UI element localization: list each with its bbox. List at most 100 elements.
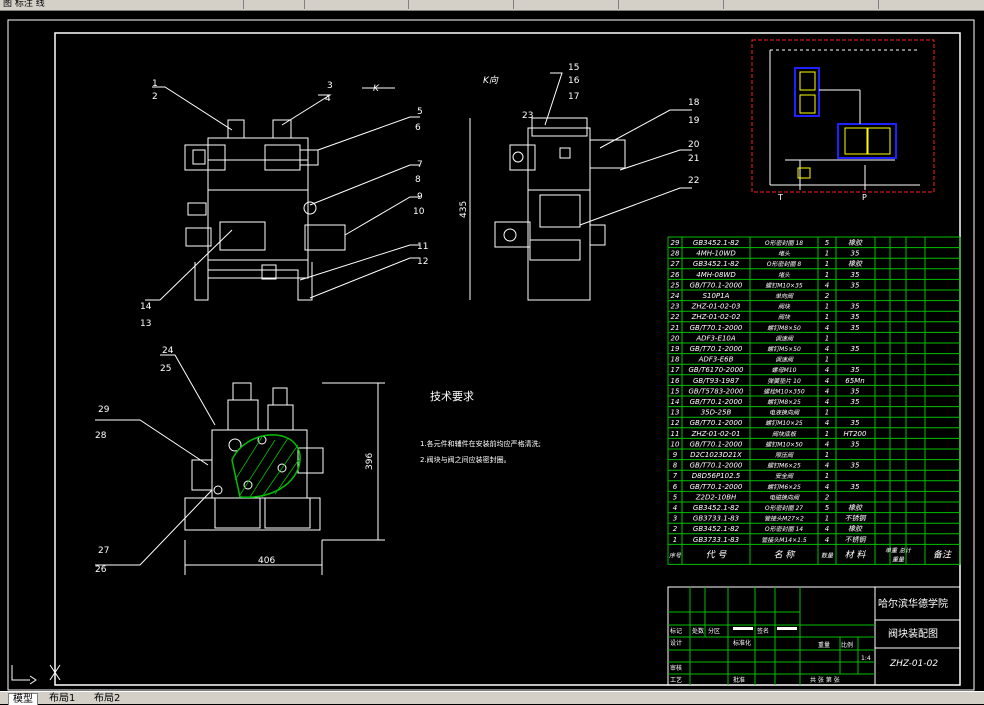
bom-row-no: 9 bbox=[673, 451, 678, 459]
bom-row-code: 35D-25B bbox=[701, 409, 732, 417]
bom-row-code: ADF3-E6B bbox=[698, 356, 734, 364]
bom-row-code: GB3452.1-82 bbox=[693, 239, 740, 247]
bom-row-name: 螺母M10 bbox=[772, 366, 797, 374]
bom-row-code: GB/T70.1-2000 bbox=[690, 440, 743, 448]
bom-row-material: 35 bbox=[851, 271, 860, 279]
bom-row-qty: 1 bbox=[825, 409, 829, 417]
dim-406: 406 bbox=[258, 556, 275, 566]
bom-row-qty: 4 bbox=[825, 387, 829, 395]
balloon-26: 26 bbox=[95, 565, 107, 575]
tab-layout2[interactable]: 布局2 bbox=[90, 693, 124, 704]
tb-weight: 重量 bbox=[818, 641, 830, 649]
bom-row-qty: 4 bbox=[825, 366, 829, 374]
bom-row-code: D2C1023D21X bbox=[690, 451, 742, 459]
bom-row-no: 11 bbox=[671, 430, 680, 438]
balloon-10: 10 bbox=[413, 207, 425, 217]
scale-value: 1:4 bbox=[861, 655, 871, 662]
bom-row-code: D8D56P102.5 bbox=[692, 472, 741, 480]
layer-dropdown[interactable]: 图 标注 线 bbox=[0, 0, 244, 9]
bom-row-code: S10P1A bbox=[703, 292, 730, 300]
tab-model[interactable]: 模型 bbox=[8, 693, 38, 705]
bom-row-name: O形密封圈 27 bbox=[765, 504, 803, 512]
bom-row-code: GB/T70.1-2000 bbox=[690, 345, 743, 353]
bom-row-no: 10 bbox=[671, 440, 680, 448]
bom-row-name: O形密封圈 18 bbox=[765, 239, 803, 247]
bom-row-name: 螺钉M6×25 bbox=[767, 483, 801, 491]
bom-row-qty: 1 bbox=[825, 303, 829, 311]
bom-row-name: 阀块底板 bbox=[772, 430, 797, 438]
drawing-canvas[interactable]: 1 2 3 4 5 6 7 8 9 10 11 12 13 14 K 15 16… bbox=[0, 11, 984, 691]
bom-header-no: 序号 bbox=[669, 551, 682, 559]
bom-row-qty: 1 bbox=[825, 313, 829, 321]
bom-row-no: 24 bbox=[671, 292, 680, 300]
balloon-17: 17 bbox=[568, 92, 579, 102]
bom-row-code: GB/T70.1-2000 bbox=[690, 398, 743, 406]
bom-row-code: GB/T70.1-2000 bbox=[690, 419, 743, 427]
bom-text: 29 GB3452.1-82 O形密封圈 18 5 橡胶28 4MH-10WD 堵头 1 352… bbox=[669, 239, 952, 563]
toolbar-icons[interactable] bbox=[241, 0, 305, 9]
bom-row-qty: 1 bbox=[825, 271, 829, 279]
lineweight-dropdown[interactable] bbox=[515, 0, 619, 9]
bom-row-no: 4 bbox=[673, 504, 677, 512]
bom-row-no: 20 bbox=[671, 334, 680, 342]
bom-row-no: 29 bbox=[671, 239, 680, 247]
view-k-label: K bbox=[373, 84, 380, 94]
bom-row-no: 21 bbox=[671, 324, 680, 332]
bom-row-qty: 4 bbox=[825, 536, 829, 544]
bom-row-no: 6 bbox=[673, 483, 678, 491]
bom-row-code: GB/T70.1-2000 bbox=[690, 324, 743, 332]
bom-row-no: 7 bbox=[673, 472, 678, 480]
layout-tabs: 模型 布局1 布局2 bbox=[0, 691, 984, 705]
balloon-4: 4 bbox=[325, 94, 331, 104]
bom-row-name: O形密封圈 8 bbox=[767, 260, 802, 268]
tb-zone: 分区 bbox=[708, 627, 720, 635]
bom-row-name: 安全阀 bbox=[775, 472, 794, 480]
tb-count: 处数 bbox=[692, 627, 704, 635]
bom-row-material: 65Mn bbox=[845, 377, 864, 385]
plotstyle-dropdown[interactable] bbox=[620, 0, 724, 9]
title-block-text: 哈尔滨华德学院 阀块装配图 ZHZ-01-02 1:4 标记 处数 分区 签名 … bbox=[670, 597, 948, 684]
bom-row-material: 不锈钢 bbox=[845, 536, 867, 544]
linetype-dropdown[interactable] bbox=[410, 0, 514, 9]
color-dropdown[interactable] bbox=[305, 0, 409, 9]
tb-approve: 批准 bbox=[733, 676, 745, 684]
bom-row-name: 螺栓M10×350 bbox=[763, 387, 804, 395]
bom-row-material: 橡胶 bbox=[848, 504, 863, 512]
bom-row-qty: 4 bbox=[825, 462, 829, 470]
balloon-7: 7 bbox=[417, 160, 423, 170]
bom-header-material: 材 料 bbox=[845, 549, 867, 560]
bom-row-code: GB3733.1-83 bbox=[693, 536, 739, 544]
bom-row-code: GB/T5783-2000 bbox=[688, 387, 744, 395]
bom-row-qty: 1 bbox=[825, 472, 829, 480]
balloon-16: 16 bbox=[568, 76, 580, 86]
school-name: 哈尔滨华德学院 bbox=[878, 597, 948, 610]
bom-row-qty: 2 bbox=[825, 292, 830, 300]
bom-row-no: 28 bbox=[671, 250, 680, 258]
bom-row-name: O形密封圈 14 bbox=[765, 525, 803, 533]
section-hatch bbox=[231, 434, 301, 498]
bom-row-qty: 2 bbox=[825, 493, 830, 501]
bom-row-no: 15 bbox=[671, 387, 680, 395]
balloon-21: 21 bbox=[688, 154, 699, 164]
bom-row-no: 17 bbox=[671, 366, 680, 374]
bom-row-qty: 4 bbox=[825, 419, 829, 427]
bom-row-name: 螺钉M10×25 bbox=[765, 419, 803, 427]
bom-row-code: Z2D2-10BH bbox=[695, 493, 737, 501]
balloon-labels-left: 1 2 3 4 5 6 7 8 9 10 11 12 13 14 K bbox=[140, 79, 428, 329]
style-dropdown[interactable] bbox=[725, 0, 879, 9]
bom-row-no: 19 bbox=[671, 345, 680, 353]
bom-row-code: GB3452.1-82 bbox=[693, 260, 740, 268]
bom-row-name: 调速阀 bbox=[775, 334, 794, 342]
bom-row-name: 螺钉M10×50 bbox=[765, 440, 803, 448]
bom-row-qty: 1 bbox=[825, 250, 829, 258]
bom-row-material: 35 bbox=[851, 483, 860, 491]
bom-row-qty: 4 bbox=[825, 281, 829, 289]
balloon-8: 8 bbox=[415, 175, 421, 185]
bom-row-material: 35 bbox=[851, 303, 860, 311]
tab-layout1[interactable]: 布局1 bbox=[45, 693, 79, 704]
balloon-25: 25 bbox=[160, 364, 171, 374]
bom-row-code: GB3452.1-82 bbox=[693, 525, 740, 533]
bom-row-material: 35 bbox=[851, 387, 860, 395]
bom-row-qty: 1 bbox=[825, 515, 829, 523]
bom-row-name: 单向阀 bbox=[775, 292, 794, 300]
